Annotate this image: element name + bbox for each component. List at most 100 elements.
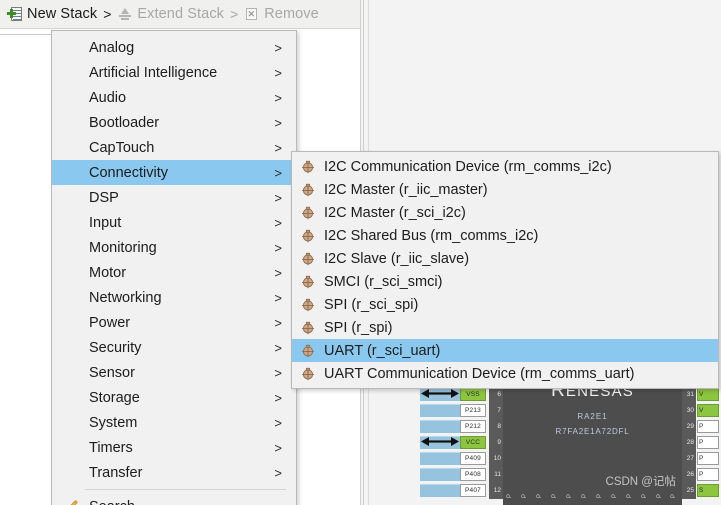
pin-label[interactable]: S: [697, 483, 719, 497]
menu-item-motor[interactable]: Motor >: [52, 260, 296, 285]
pin-label[interactable]: VSS: [460, 387, 486, 401]
remove-button[interactable]: ✕ Remove: [241, 3, 322, 25]
menu-item-label: Connectivity: [89, 164, 168, 181]
menu-item-label: Monitoring: [89, 239, 157, 256]
pin-label[interactable]: P212: [460, 419, 486, 433]
submenu-item-i2c-shared-bus-rm-comms-i2c[interactable]: I2C Shared Bus (rm_comms_i2c): [292, 224, 718, 247]
submenu-item-uart-r-sci-uart[interactable]: UART (r_sci_uart): [292, 339, 718, 362]
pin-number: 6: [497, 390, 501, 398]
pin-row[interactable]: P408: [420, 467, 487, 481]
bottom-pin-label: P: [596, 493, 603, 499]
pin-label[interactable]: VCC: [460, 435, 486, 449]
pin-label[interactable]: P: [697, 451, 719, 465]
pin-connector-bar[interactable]: [420, 403, 460, 417]
stack-toolbar: New Stack > Extend Stack > ✕ Remove: [0, 0, 360, 29]
menu-item-storage[interactable]: Storage >: [52, 385, 296, 410]
bidirectional-arrow-icon: [421, 437, 459, 446]
submenu-item-spi-r-spi[interactable]: SPI (r_spi): [292, 316, 718, 339]
left-pin-column: P214VSSP213P212VCCP409P408P407: [420, 371, 487, 499]
pin-connector-bar[interactable]: [420, 451, 460, 465]
submenu-item-i2c-slave-r-iic-slave[interactable]: I2C Slave (r_iic_slave): [292, 247, 718, 270]
menu-item-transfer[interactable]: Transfer >: [52, 460, 296, 485]
bottom-pin-label: P: [581, 493, 588, 499]
pin-label[interactable]: P213: [460, 403, 486, 417]
bidirectional-arrow-icon: [421, 389, 459, 398]
submenu-item-label: SPI (r_spi): [324, 319, 393, 336]
pin-row[interactable]: P409: [420, 451, 487, 465]
menu-item-search[interactable]: Search...: [52, 494, 296, 505]
pin-row[interactable]: P213: [420, 403, 487, 417]
menu-item-label: Input: [89, 214, 122, 231]
chevron-right-icon: >: [274, 115, 282, 130]
submenu-item-i2c-master-r-iic-master[interactable]: I2C Master (r_iic_master): [292, 178, 718, 201]
pin-label[interactable]: P: [697, 435, 719, 449]
bottom-pin-label: P: [641, 493, 648, 499]
pin-row[interactable]: VCC: [420, 435, 487, 449]
menu-item-monitoring[interactable]: Monitoring >: [52, 235, 296, 260]
submenu-item-i2c-communication-device-rm-comms-i2c[interactable]: I2C Communication Device (rm_comms_i2c): [292, 155, 718, 178]
pin-row[interactable]: P212: [420, 419, 487, 433]
new-stack-category-menu[interactable]: Analog > Artificial Intelligence > Audio > Boo…: [51, 30, 297, 505]
submenu-item-smci-r-sci-smci[interactable]: SMCI (r_sci_smci): [292, 270, 718, 293]
pin-row[interactable]: V: [697, 387, 721, 401]
pin-label[interactable]: P: [697, 419, 719, 433]
new-stack-icon: [7, 6, 23, 22]
chip-part-number-label: R7FA2E1A72DFL: [555, 427, 630, 436]
menu-item-label: Analog: [89, 39, 135, 56]
extend-stack-caret: >: [230, 6, 239, 22]
module-icon: [301, 160, 315, 174]
pin-row[interactable]: VSS: [420, 387, 487, 401]
menu-item-artificial-intelligence[interactable]: Artificial Intelligence >: [52, 60, 296, 85]
chevron-right-icon: >: [274, 40, 282, 55]
pin-number: 31: [686, 390, 694, 398]
chevron-right-icon: >: [274, 240, 282, 255]
menu-item-security[interactable]: Security >: [52, 335, 296, 360]
menu-item-audio[interactable]: Audio >: [52, 85, 296, 110]
submenu-item-label: I2C Master (r_sci_i2c): [324, 204, 466, 221]
chevron-right-icon: >: [274, 340, 282, 355]
menu-item-input[interactable]: Input >: [52, 210, 296, 235]
pin-label[interactable]: P409: [460, 451, 486, 465]
extend-stack-button[interactable]: Extend Stack >: [114, 3, 241, 25]
pin-row[interactable]: P407: [420, 483, 487, 497]
pin-connector-bar[interactable]: [420, 483, 460, 497]
left-pin-number-column: 56789101112: [489, 371, 503, 499]
pin-label[interactable]: V: [697, 403, 719, 417]
pin-label[interactable]: V: [697, 387, 719, 401]
menu-item-power[interactable]: Power >: [52, 310, 296, 335]
submenu-item-i2c-master-r-sci-i2c[interactable]: I2C Master (r_sci_i2c): [292, 201, 718, 224]
submenu-item-spi-r-sci-spi[interactable]: SPI (r_sci_spi): [292, 293, 718, 316]
new-stack-button[interactable]: New Stack >: [4, 3, 114, 25]
menu-item-dsp[interactable]: DSP >: [52, 185, 296, 210]
pin-label[interactable]: P: [697, 467, 719, 481]
pin-connector-bar[interactable]: [420, 467, 460, 481]
submenu-item-label: I2C Shared Bus (rm_comms_i2c): [324, 227, 539, 244]
menu-item-timers[interactable]: Timers >: [52, 435, 296, 460]
pin-row[interactable]: P: [697, 467, 721, 481]
menu-item-label: Bootloader: [89, 114, 160, 131]
submenu-item-uart-communication-device-rm-comms-uart[interactable]: UART Communication Device (rm_comms_uart…: [292, 362, 718, 385]
menu-item-captouch[interactable]: CapTouch >: [52, 135, 296, 160]
remove-label: Remove: [264, 6, 319, 22]
menu-item-label: Artificial Intelligence: [89, 64, 218, 81]
pin-connector-bar[interactable]: [420, 419, 460, 433]
menu-item-analog[interactable]: Analog >: [52, 35, 296, 60]
pin-row[interactable]: S: [697, 483, 721, 497]
new-stack-caret: >: [103, 6, 112, 22]
menu-item-sensor[interactable]: Sensor >: [52, 360, 296, 385]
menu-item-system[interactable]: System >: [52, 410, 296, 435]
connectivity-submenu[interactable]: I2C Communication Device (rm_comms_i2c) I…: [291, 151, 719, 389]
menu-item-bootloader[interactable]: Bootloader >: [52, 110, 296, 135]
pin-row[interactable]: V: [697, 403, 721, 417]
pin-row[interactable]: P: [697, 435, 721, 449]
module-icon: [301, 252, 315, 266]
submenu-item-label: SPI (r_sci_spi): [324, 296, 419, 313]
submenu-item-label: SMCI (r_sci_smci): [324, 273, 443, 290]
menu-item-connectivity[interactable]: Connectivity >: [52, 160, 296, 185]
pin-label[interactable]: P407: [460, 483, 486, 497]
pin-row[interactable]: P: [697, 419, 721, 433]
pin-label[interactable]: P408: [460, 467, 486, 481]
menu-item-networking[interactable]: Networking >: [52, 285, 296, 310]
pin-row[interactable]: P: [697, 451, 721, 465]
remove-icon: ✕: [244, 6, 260, 22]
